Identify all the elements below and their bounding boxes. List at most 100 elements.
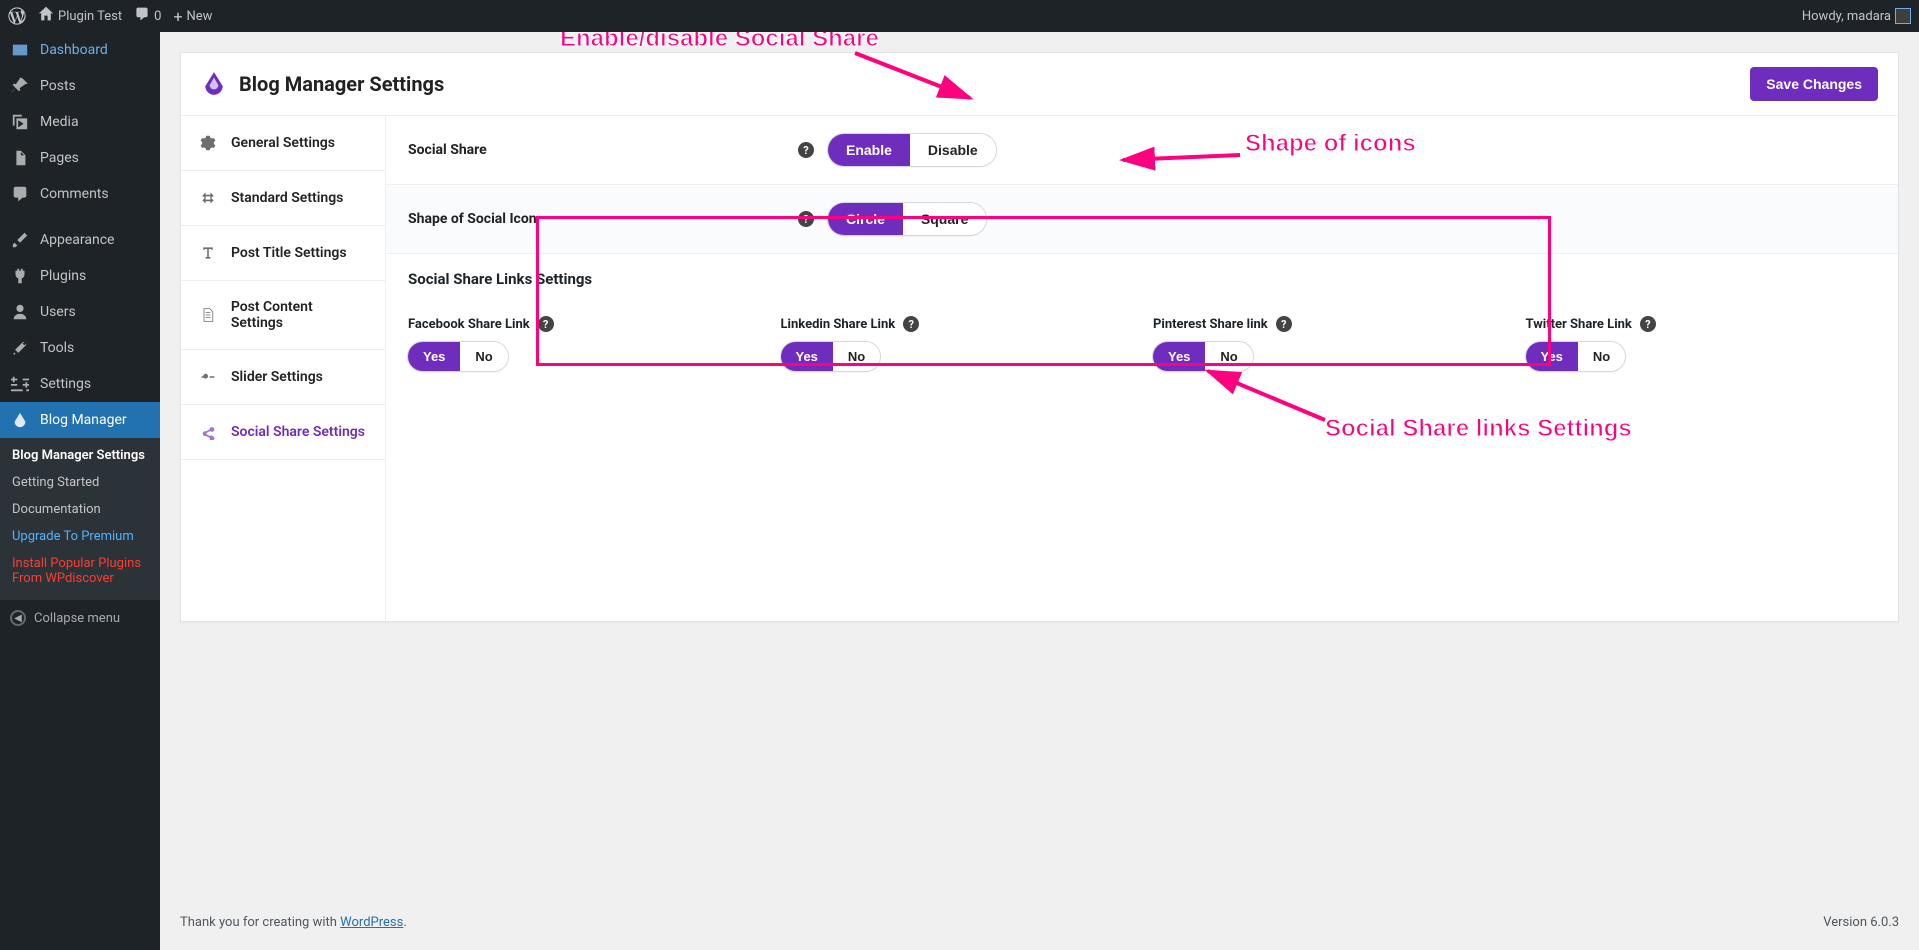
menu-appearance[interactable]: Appearance (0, 222, 160, 258)
shape-square[interactable]: Square (903, 203, 986, 235)
admin-bar: Plugin Test 0 + New Howdy, madara (0, 0, 1919, 32)
submenu-blog-manager: Blog Manager Settings Getting Started Do… (0, 438, 160, 600)
tab-social-share[interactable]: Social Share Settings (181, 405, 385, 460)
arrows-icon (199, 189, 217, 207)
menu-comments[interactable]: Comments (0, 176, 160, 212)
comments-icon (10, 184, 30, 204)
links-heading: Social Share Links Settings (408, 270, 1876, 288)
tab-post-content-label: Post Content Settings (231, 299, 367, 331)
menu-pages[interactable]: Pages (0, 140, 160, 176)
menu-posts-label: Posts (40, 78, 76, 94)
submenu-upgrade[interactable]: Upgrade To Premium (0, 523, 160, 550)
help-icon[interactable]: ? (903, 316, 919, 332)
menu-posts[interactable]: Posts (0, 68, 160, 104)
shape-toggle[interactable]: Circle Square (828, 203, 986, 235)
menu-dashboard[interactable]: Dashboard (0, 32, 160, 68)
gear-icon (199, 134, 217, 152)
facebook-label: Facebook Share Link (408, 317, 530, 332)
comments-link[interactable]: 0 (134, 6, 161, 26)
collapse-icon: ◀ (10, 610, 26, 626)
tab-post-title[interactable]: Post Title Settings (181, 226, 385, 281)
tab-standard[interactable]: Standard Settings (181, 171, 385, 226)
help-icon[interactable]: ? (1276, 316, 1292, 332)
settings-panel: Blog Manager Settings Save Changes Gener… (180, 52, 1899, 622)
site-title: Plugin Test (58, 9, 122, 24)
menu-plugins[interactable]: Plugins (0, 258, 160, 294)
links-section: Social Share Links Settings Facebook Sha… (386, 254, 1898, 395)
help-icon[interactable]: ? (798, 142, 814, 158)
facebook-toggle[interactable]: Yes No (408, 342, 508, 371)
user-icon (10, 302, 30, 322)
menu-appearance-label: Appearance (40, 232, 114, 248)
text-icon (199, 244, 217, 262)
footer-thank-post: . (403, 915, 406, 930)
social-share-toggle[interactable]: Enable Disable (828, 134, 996, 166)
settings-content: Social Share ? Enable Disable Shape of S… (386, 116, 1898, 621)
collapse-label: Collapse menu (34, 611, 120, 626)
document-icon (199, 306, 217, 324)
link-twitter: Twitter Share Link ? Yes No (1526, 316, 1877, 371)
shape-circle[interactable]: Circle (828, 203, 903, 235)
linkedin-yes[interactable]: Yes (781, 342, 833, 371)
pinterest-yes[interactable]: Yes (1153, 342, 1205, 371)
menu-tools[interactable]: Tools (0, 330, 160, 366)
menu-users[interactable]: Users (0, 294, 160, 330)
tab-slider[interactable]: Slider Settings (181, 350, 385, 405)
submenu-install-popular[interactable]: Install Popular Plugins From WPdiscover (0, 550, 160, 592)
footer-wp-link[interactable]: WordPress (340, 915, 403, 930)
sliders-icon (10, 374, 30, 394)
pin-icon (10, 76, 30, 96)
twitter-no[interactable]: No (1578, 342, 1625, 371)
social-share-enable[interactable]: Enable (828, 134, 910, 166)
plugin-logo-icon (201, 71, 227, 97)
menu-blog-manager[interactable]: Blog Manager (0, 402, 160, 438)
page-title: Blog Manager Settings (239, 72, 444, 96)
pinterest-label: Pinterest Share link (1153, 317, 1268, 332)
facebook-yes[interactable]: Yes (408, 342, 460, 371)
twitter-yes[interactable]: Yes (1526, 342, 1578, 371)
admin-menu: Dashboard Posts Media Pages Comments App… (0, 32, 160, 950)
help-icon[interactable]: ? (538, 316, 554, 332)
plus-icon: + (173, 7, 182, 26)
menu-pages-label: Pages (40, 150, 79, 166)
new-content-link[interactable]: + New (173, 7, 212, 26)
submenu-settings[interactable]: Blog Manager Settings (0, 442, 160, 469)
pinterest-toggle[interactable]: Yes No (1153, 342, 1253, 371)
help-icon[interactable]: ? (1640, 316, 1656, 332)
row-social-share: Social Share ? Enable Disable (386, 116, 1898, 185)
submenu-documentation[interactable]: Documentation (0, 496, 160, 523)
wrench-icon (10, 338, 30, 358)
menu-settings-label: Settings (40, 376, 91, 392)
twitter-toggle[interactable]: Yes No (1526, 342, 1626, 371)
tab-general-label: General Settings (231, 135, 335, 151)
collapse-menu-button[interactable]: ◀ Collapse menu (0, 600, 160, 636)
row-shape: Shape of Social Icon ? Circle Square (386, 185, 1898, 254)
link-pinterest: Pinterest Share link ? Yes No (1153, 316, 1504, 371)
footer-version: Version 6.0.3 (1823, 915, 1899, 930)
wp-logo-icon[interactable] (8, 7, 26, 25)
tab-post-content[interactable]: Post Content Settings (181, 281, 385, 350)
menu-plugins-label: Plugins (40, 268, 86, 284)
pinterest-no[interactable]: No (1205, 342, 1252, 371)
save-changes-button[interactable]: Save Changes (1750, 67, 1878, 101)
tab-slider-label: Slider Settings (231, 369, 323, 385)
my-account-link[interactable]: Howdy, madara (1802, 8, 1911, 24)
brush-icon (10, 230, 30, 250)
menu-dashboard-label: Dashboard (40, 42, 108, 58)
facebook-no[interactable]: No (460, 342, 507, 371)
help-icon[interactable]: ? (798, 211, 814, 227)
menu-settings[interactable]: Settings (0, 366, 160, 402)
linkedin-no[interactable]: No (833, 342, 880, 371)
comments-count: 0 (154, 9, 161, 24)
linkedin-toggle[interactable]: Yes No (781, 342, 881, 371)
twitter-label: Twitter Share Link (1526, 317, 1632, 332)
submenu-getting-started[interactable]: Getting Started (0, 469, 160, 496)
menu-media-label: Media (40, 114, 79, 130)
menu-media[interactable]: Media (0, 104, 160, 140)
social-share-disable[interactable]: Disable (910, 134, 996, 166)
howdy-text: Howdy, madara (1802, 9, 1891, 24)
footer-thank-pre: Thank you for creating with (180, 915, 340, 930)
tab-general[interactable]: General Settings (181, 116, 385, 171)
site-name-link[interactable]: Plugin Test (38, 6, 122, 26)
footer: Thank you for creating with WordPress. V… (160, 903, 1919, 942)
